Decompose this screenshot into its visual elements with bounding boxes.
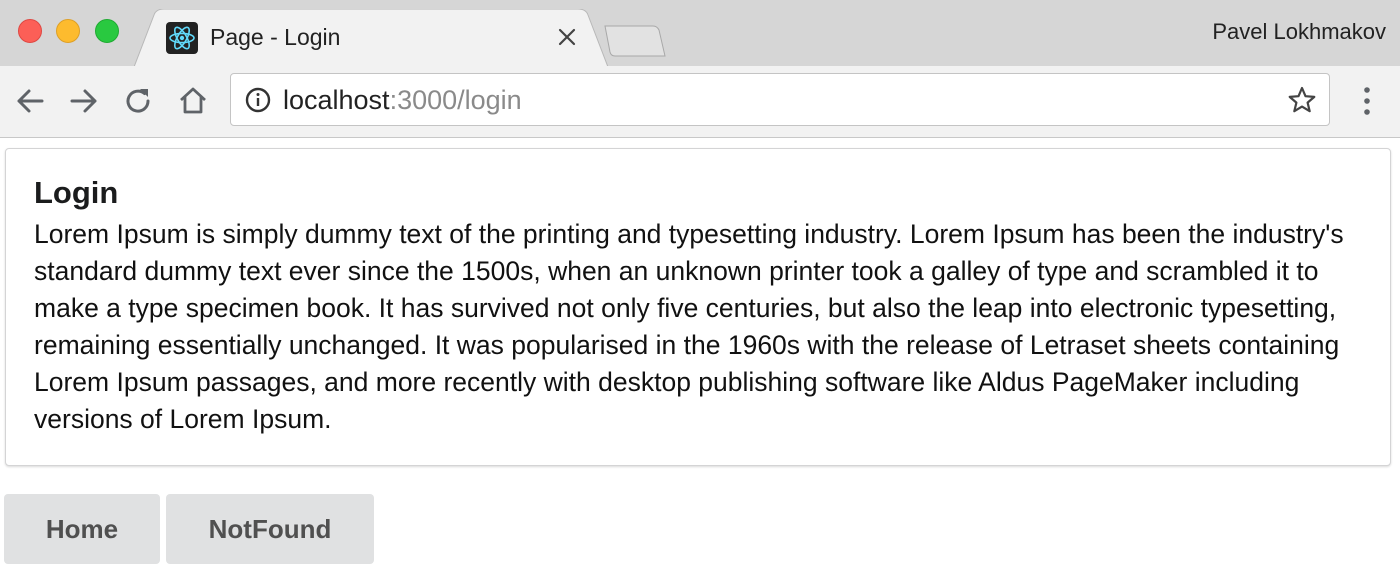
close-window-button[interactable] (18, 19, 42, 43)
home-button[interactable]: Home (4, 494, 160, 564)
react-logo-icon (166, 22, 198, 54)
page-body-text: Lorem Ipsum is simply dummy text of the … (34, 219, 1344, 434)
url-text[interactable]: localhost:3000/login (283, 84, 522, 116)
browser-toolbar: localhost:3000/login (0, 66, 1400, 138)
reload-icon[interactable] (120, 83, 156, 119)
home-icon[interactable] (175, 83, 211, 119)
content-card: Login Lorem Ipsum is simply dummy text o… (5, 148, 1391, 466)
url-host: localhost (283, 85, 390, 115)
more-menu-icon[interactable] (1352, 83, 1382, 119)
window-titlebar: Page - Login Pavel Lokhmakov (0, 0, 1400, 67)
maximize-window-button[interactable] (95, 19, 119, 43)
back-arrow-icon[interactable] (12, 83, 48, 119)
profile-name[interactable]: Pavel Lokhmakov (1212, 18, 1386, 46)
minimize-window-button[interactable] (56, 19, 80, 43)
bookmark-star-icon[interactable] (1287, 85, 1317, 115)
tab-page-login[interactable]: Page - Login (134, 9, 608, 67)
tab-title: Page - Login (210, 24, 341, 50)
info-icon[interactable] (245, 87, 271, 113)
page-title: Login (34, 175, 119, 210)
new-tab-button[interactable] (603, 24, 667, 58)
url-path: :3000/login (389, 85, 522, 115)
forward-arrow-icon[interactable] (66, 83, 102, 119)
notfound-button[interactable]: NotFound (166, 494, 374, 564)
address-bar[interactable]: localhost:3000/login (230, 73, 1330, 126)
close-tab-icon[interactable] (555, 25, 579, 49)
